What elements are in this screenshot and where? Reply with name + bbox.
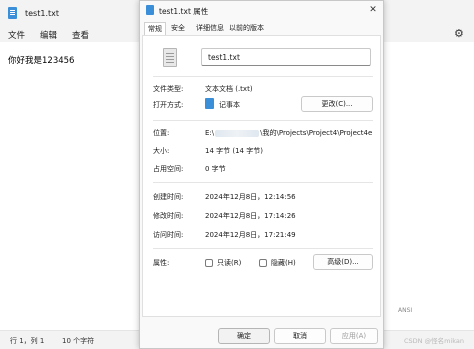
readonly-label[interactable]: 只读(R) [217,258,241,268]
attributes-label: 属性: [153,259,170,267]
created-label: 创建时间: [153,193,184,201]
accessed-value: 2024年12月8日，17:21:49 [205,231,296,239]
created-value: 2024年12月8日，12:14:56 [205,193,296,201]
menu-file[interactable]: 文件 [8,29,25,41]
dialog-footer: 确定 取消 应用(A) [140,323,383,349]
properties-dialog: test1.txt 属性 ✕ 常规 安全 详细信息 以前的版本 test1.tx… [139,0,384,349]
file-type-label: 文件类型: [153,85,184,93]
watermark-text: CSDN @怪名mikan [404,337,464,345]
cancel-button[interactable]: 取消 [274,328,326,344]
divider [153,182,373,183]
encoding-label: ANSI [398,307,413,314]
tab-security[interactable]: 安全 [171,23,185,33]
divider [153,76,373,77]
status-cursor-position: 行 1，列 1 [10,337,45,345]
dialog-title: test1.txt 属性 [159,7,209,16]
hidden-checkbox[interactable] [259,259,267,267]
size-label: 大小: [153,147,170,155]
modified-label: 修改时间: [153,212,184,220]
location-value: E:\ \我的\Projects\Project4\Project4e [205,128,372,138]
location-label: 位置: [153,129,170,137]
opens-with-label: 打开方式: [153,101,184,109]
notepad-icon [8,7,17,19]
location-prefix: E:\ [205,129,215,137]
file-type-value: 文本文档 (.txt) [205,85,253,93]
redacted-path [215,129,260,137]
settings-gear-icon[interactable]: ⚙ [454,27,464,40]
size-on-disk-value: 0 字节 [205,165,226,173]
size-on-disk-label: 占用空间: [153,165,184,173]
tab-previous-versions[interactable]: 以前的版本 [229,23,264,33]
modified-value: 2024年12月8日，17:14:26 [205,212,296,220]
notepad-document-text[interactable]: 你好我是123456 [8,54,74,66]
text-document-icon [163,48,177,67]
accessed-label: 访问时间: [153,231,184,239]
menu-edit[interactable]: 编辑 [40,29,57,41]
tab-general[interactable]: 常规 [144,22,166,35]
size-value: 14 字节 (14 字节) [205,147,263,155]
readonly-checkbox[interactable] [205,259,213,267]
hidden-label[interactable]: 隐藏(H) [271,258,296,268]
opens-with-value: 记事本 [219,101,240,109]
location-suffix: \我的\Projects\Project4\Project4e [260,129,373,137]
text-file-icon [146,5,154,15]
divider [153,120,373,121]
ok-button[interactable]: 确定 [218,328,270,344]
notepad-app-icon [205,98,214,109]
menu-view[interactable]: 查看 [72,29,89,41]
advanced-button[interactable]: 高级(D)... [313,254,373,270]
close-icon[interactable]: ✕ [366,3,380,17]
file-name-input[interactable]: test1.txt [201,48,371,66]
general-panel: test1.txt 文件类型: 文本文档 (.txt) 打开方式: 记事本 更改… [142,35,381,317]
apply-button[interactable]: 应用(A) [330,328,378,344]
change-button[interactable]: 更改(C)... [301,96,373,112]
divider [153,248,373,249]
dialog-title-bar[interactable]: test1.txt 属性 ✕ [140,1,383,19]
dialog-tabs: 常规 安全 详细信息 以前的版本 [140,19,383,35]
tab-details[interactable]: 详细信息 [196,23,224,33]
status-char-count: 10 个字符 [62,337,95,345]
notepad-tab-title[interactable]: test1.txt [25,9,59,18]
